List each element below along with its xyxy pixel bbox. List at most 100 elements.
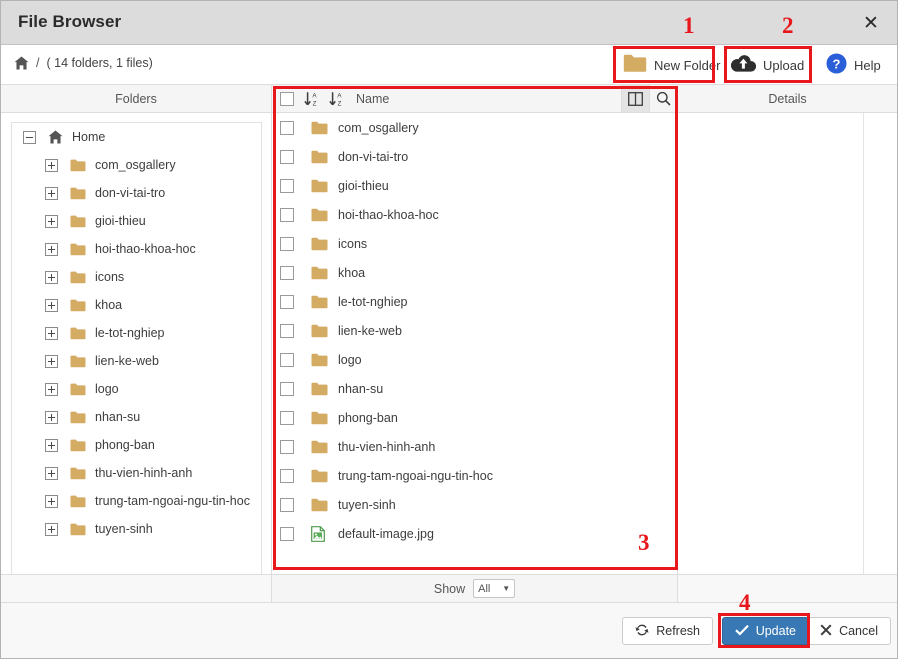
tree-item[interactable]: trung-tam-ngoai-ngu-tin-hoc <box>12 487 261 515</box>
select-all-checkbox[interactable] <box>280 91 294 106</box>
row-checkbox[interactable] <box>280 352 294 367</box>
file-list-row[interactable]: nhan-su <box>272 374 677 403</box>
row-checkbox[interactable] <box>280 236 294 251</box>
tree-item[interactable]: khoa <box>12 291 261 319</box>
expand-toggle-icon[interactable] <box>45 270 58 284</box>
tree-item[interactable]: thu-vien-hinh-anh <box>12 459 261 487</box>
search-icon[interactable] <box>649 85 677 112</box>
file-list-row[interactable]: logo <box>272 345 677 374</box>
file-list-row[interactable]: gioi-thieu <box>272 171 677 200</box>
row-checkbox[interactable] <box>280 120 294 135</box>
tree-item[interactable]: logo <box>12 375 261 403</box>
expand-toggle-icon[interactable] <box>45 494 58 508</box>
tree-item[interactable]: gioi-thieu <box>12 207 261 235</box>
row-checkbox[interactable] <box>280 149 294 164</box>
help-button[interactable]: ? Help <box>822 49 885 81</box>
folder-icon <box>311 324 333 338</box>
row-checkbox[interactable] <box>280 178 294 193</box>
folder-tree: Home com_osgallery don-vi-tai-tro gioi-thi… <box>11 122 262 593</box>
new-folder-label: New Folder <box>654 57 721 73</box>
file-list-row[interactable]: le-tot-nghiep <box>272 287 677 316</box>
tree-item-label: don-vi-tai-tro <box>95 186 166 200</box>
folder-icon <box>70 439 86 452</box>
cloud-upload-icon <box>730 54 757 76</box>
row-checkbox[interactable] <box>280 381 294 396</box>
file-name-label: logo <box>338 352 362 367</box>
tree-item-label: tuyen-sinh <box>95 522 153 536</box>
file-list-row[interactable]: thu-vien-hinh-anh <box>272 432 677 461</box>
expand-toggle-icon[interactable] <box>45 410 58 424</box>
show-filter-value: All <box>478 582 491 595</box>
row-checkbox[interactable] <box>280 497 294 512</box>
show-bar-left-filler <box>1 574 272 602</box>
tree-item[interactable]: don-vi-tai-tro <box>12 179 261 207</box>
file-list-row[interactable]: khoa <box>272 258 677 287</box>
sort-ascending-icon[interactable]: A Z <box>304 91 319 107</box>
expand-toggle-icon[interactable] <box>45 298 58 312</box>
tree-item[interactable]: nhan-su <box>12 403 261 431</box>
row-checkbox[interactable] <box>280 468 294 483</box>
tree-item-label: khoa <box>95 298 123 312</box>
row-checkbox[interactable] <box>280 410 294 425</box>
breadcrumb: / ( 14 folders, 1 files) <box>14 56 153 70</box>
row-checkbox[interactable] <box>280 323 294 338</box>
refresh-label: Refresh <box>656 624 700 638</box>
expand-toggle-icon[interactable] <box>45 466 58 480</box>
folder-icon <box>311 121 333 135</box>
file-name-label: nhan-su <box>338 381 384 396</box>
row-checkbox[interactable] <box>280 294 294 309</box>
file-name-label: don-vi-tai-tro <box>338 149 409 164</box>
tree-item[interactable]: phong-ban <box>12 431 261 459</box>
breadcrumb-separator: / <box>36 56 40 70</box>
new-folder-button[interactable]: New Folder <box>619 49 724 81</box>
file-list-row[interactable]: trung-tam-ngoai-ngu-tin-hoc <box>272 461 677 490</box>
close-icon[interactable]: ✕ <box>855 9 887 37</box>
folder-icon <box>70 523 86 536</box>
svg-text:?: ? <box>833 56 841 71</box>
expand-toggle-icon[interactable] <box>45 438 58 452</box>
tree-item[interactable]: tuyen-sinh <box>12 515 261 543</box>
file-list-row[interactable]: hoi-thao-khoa-hoc <box>272 200 677 229</box>
file-list-row[interactable]: lien-ke-web <box>272 316 677 345</box>
show-filter-select[interactable]: All ▼ <box>473 579 516 598</box>
tree-item-home[interactable]: Home <box>12 123 261 151</box>
sort-by-name-icon[interactable]: A Z <box>329 91 344 107</box>
tree-item[interactable]: le-tot-nghiep <box>12 319 261 347</box>
expand-toggle-icon[interactable] <box>45 326 58 340</box>
expand-toggle-icon[interactable] <box>45 186 58 200</box>
expand-toggle-icon[interactable] <box>45 158 58 172</box>
expand-toggle-icon[interactable] <box>45 214 58 228</box>
expand-toggle-icon[interactable] <box>45 242 58 256</box>
folder-icon <box>311 295 333 309</box>
update-button[interactable]: Update <box>721 617 809 645</box>
row-checkbox[interactable] <box>280 439 294 454</box>
file-list-row[interactable]: phong-ban <box>272 403 677 432</box>
file-list-row[interactable]: don-vi-tai-tro <box>272 142 677 171</box>
folder-icon <box>70 355 86 368</box>
row-checkbox[interactable] <box>280 207 294 222</box>
file-name-label: icons <box>338 236 368 251</box>
tree-item[interactable]: hoi-thao-khoa-hoc <box>12 235 261 263</box>
row-checkbox[interactable] <box>280 265 294 280</box>
expand-toggle-icon[interactable] <box>45 382 58 396</box>
cancel-button[interactable]: Cancel <box>807 617 891 645</box>
file-list-row[interactable]: com_osgallery <box>272 113 677 142</box>
tree-item[interactable]: lien-ke-web <box>12 347 261 375</box>
expand-toggle-icon[interactable] <box>45 522 58 536</box>
home-icon[interactable] <box>14 56 29 70</box>
details-column-header: Details <box>678 85 897 113</box>
collapse-toggle-icon[interactable] <box>23 130 36 144</box>
tree-item[interactable]: com_osgallery <box>12 151 261 179</box>
tree-item[interactable]: icons <box>12 263 261 291</box>
folder-icon <box>311 411 333 425</box>
file-name-label: khoa <box>338 265 366 280</box>
expand-toggle-icon[interactable] <box>45 354 58 368</box>
file-list-row[interactable]: tuyen-sinh <box>272 490 677 519</box>
row-checkbox[interactable] <box>280 526 294 541</box>
refresh-button[interactable]: Refresh <box>622 617 713 645</box>
file-list-row[interactable]: default-image.jpg <box>272 519 677 548</box>
file-list-row[interactable]: icons <box>272 229 677 258</box>
update-label: Update <box>755 624 796 638</box>
upload-button[interactable]: Upload <box>727 49 808 81</box>
toggle-view-icon[interactable] <box>621 85 649 112</box>
